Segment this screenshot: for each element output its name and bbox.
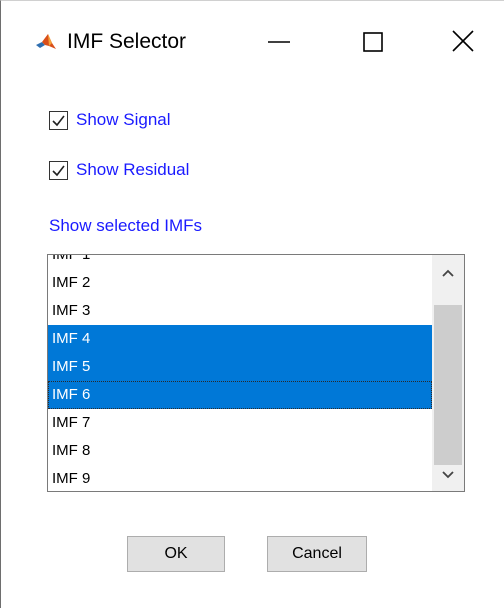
maximize-button[interactable] <box>349 19 395 65</box>
show-residual-label[interactable]: Show Residual <box>76 160 189 180</box>
show-residual-option[interactable]: Show Residual <box>49 158 189 182</box>
list-item[interactable]: IMF 6 <box>48 381 432 409</box>
window-title: IMF Selector <box>67 30 187 53</box>
list-item[interactable]: IMF 8 <box>48 437 432 465</box>
list-item[interactable]: IMF 2 <box>48 269 432 297</box>
imf-listbox[interactable]: IMF 1 IMF 2 IMF 3 IMF 4 IMF 5 IMF 6 IMF 7 IMF 8… <box>47 254 465 492</box>
maximize-icon <box>363 32 383 52</box>
list-item[interactable]: IMF 7 <box>48 409 432 437</box>
minimize-button[interactable] <box>256 19 302 65</box>
title-bar[interactable]: IMF Selector <box>1 1 504 81</box>
show-signal-label[interactable]: Show Signal <box>76 110 171 130</box>
cancel-button[interactable]: Cancel <box>267 536 367 572</box>
scroll-up-button[interactable] <box>432 259 464 287</box>
matlab-logo-icon <box>35 33 57 53</box>
ok-button[interactable]: OK <box>127 536 225 572</box>
chevron-down-icon <box>442 471 454 479</box>
checkmark-icon <box>52 165 65 176</box>
imf-list: IMF 1 IMF 2 IMF 3 IMF 4 IMF 5 IMF 6 IMF 7 IMF 8… <box>48 255 432 491</box>
chevron-up-icon <box>442 269 454 277</box>
show-signal-option[interactable]: Show Signal <box>49 108 171 132</box>
imf-list-label: Show selected IMFs <box>49 216 203 235</box>
list-item[interactable]: IMF 3 <box>48 297 432 325</box>
scroll-thumb[interactable] <box>434 305 462 465</box>
list-item[interactable]: IMF 4 <box>48 325 432 353</box>
close-icon <box>452 30 474 52</box>
scroll-down-button[interactable] <box>432 461 464 489</box>
list-item[interactable]: IMF 5 <box>48 353 432 381</box>
show-signal-checkbox[interactable] <box>49 110 68 130</box>
vertical-scrollbar[interactable] <box>432 255 464 491</box>
imf-selector-window: IMF Selector Show Signal Show Residual S… <box>0 0 504 608</box>
minimize-icon <box>268 41 290 43</box>
list-item[interactable]: IMF 9 <box>48 465 432 491</box>
list-item[interactable]: IMF 1 <box>48 255 432 269</box>
close-button[interactable] <box>441 19 487 65</box>
checkmark-icon <box>52 115 65 126</box>
show-residual-checkbox[interactable] <box>49 160 68 180</box>
